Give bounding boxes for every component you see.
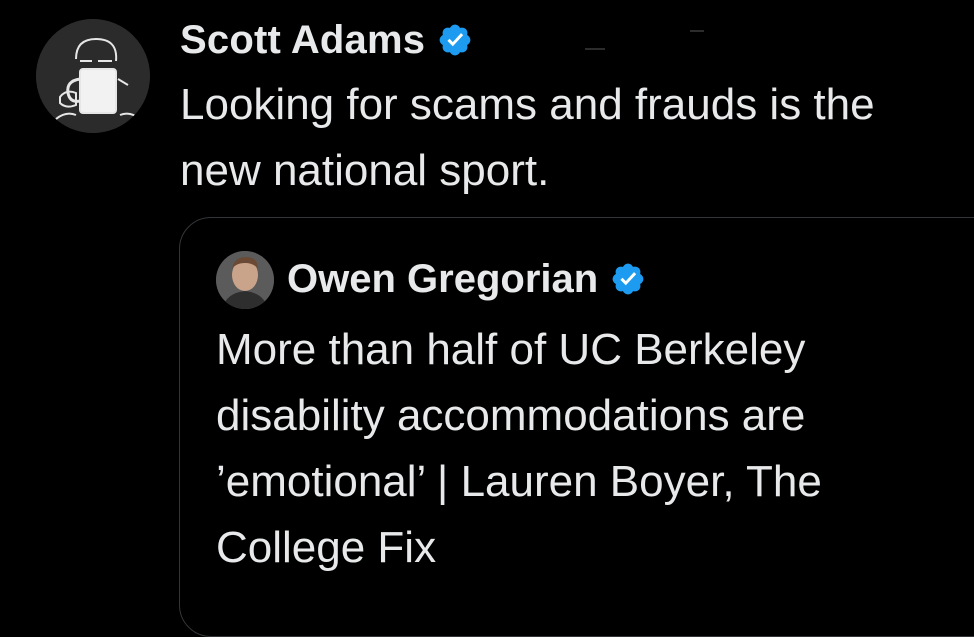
- quoted-author-name-row: Owen Gregorian: [287, 250, 646, 308]
- quoted-author-avatar[interactable]: [216, 251, 274, 309]
- tweet[interactable]: Scott Adams Looking for scams and frauds…: [0, 0, 974, 637]
- quoted-tweet-text: More than half of UC Berkeley disability…: [216, 325, 822, 572]
- author-name-row: Scott Adams: [180, 10, 473, 70]
- quoted-author-display-name[interactable]: Owen Gregorian: [287, 257, 598, 302]
- verified-badge-icon: [610, 261, 646, 297]
- author-display-name[interactable]: Scott Adams: [180, 18, 425, 63]
- verified-badge-icon: [437, 22, 473, 58]
- tweet-text: Looking for scams and frauds is the new …: [180, 80, 875, 195]
- coffee-mug-drinker-icon: [36, 19, 150, 133]
- redacted-mark: [585, 48, 605, 50]
- author-avatar[interactable]: [36, 19, 150, 133]
- person-portrait-icon: [216, 251, 274, 309]
- redacted-mark: [690, 30, 704, 32]
- quoted-tweet-card[interactable]: Owen Gregorian More than half of UC Berk…: [179, 217, 974, 637]
